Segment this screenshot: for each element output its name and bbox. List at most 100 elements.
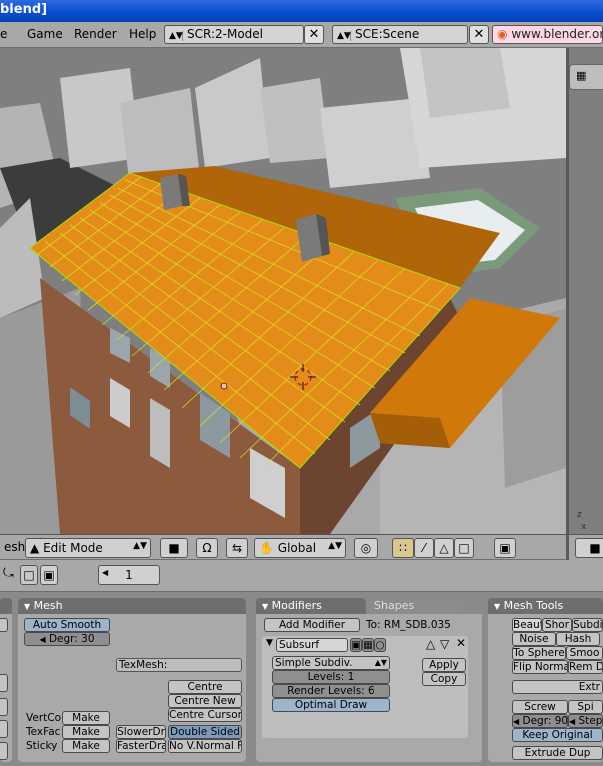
image-buttons-icon[interactable]: ▣ bbox=[40, 565, 58, 585]
orientation-selector[interactable]: ✋ Global ▲▼ bbox=[254, 538, 346, 558]
collapse-triangle-icon: ▼ bbox=[24, 602, 31, 611]
centre-new-button[interactable]: Centre New bbox=[168, 694, 242, 708]
subdivide-button[interactable]: Subdiv bbox=[572, 618, 603, 632]
draw-type-button[interactable]: ■ bbox=[160, 538, 188, 558]
menu-file[interactable]: e bbox=[0, 27, 7, 41]
to-sphere-button[interactable]: To Sphere bbox=[512, 646, 566, 660]
occlude-button[interactable]: □ bbox=[454, 538, 474, 558]
screw-button[interactable]: Screw bbox=[512, 700, 568, 714]
texmesh-field[interactable]: TexMesh: bbox=[116, 658, 242, 672]
scene-name: SCE:Scene bbox=[355, 27, 420, 41]
double-sided-button[interactable]: Double Sided bbox=[168, 725, 242, 739]
side-viewport-header[interactable]: ▦ bbox=[569, 64, 603, 90]
close-icon[interactable]: ✕ bbox=[456, 636, 466, 650]
vertex-select-button[interactable]: ∷ bbox=[392, 538, 414, 558]
link-btn-3[interactable] bbox=[0, 698, 8, 716]
target-icon: ◎ bbox=[360, 541, 372, 555]
collapse-triangle-icon[interactable]: ▼ bbox=[266, 638, 273, 648]
grid-icon: ▦ bbox=[576, 69, 587, 82]
add-modifier-button[interactable]: Add Modifier bbox=[264, 618, 360, 632]
tab-modifiers[interactable]: ▼ Modifiers bbox=[256, 598, 366, 614]
mesh-menu[interactable]: esh bbox=[0, 538, 25, 558]
3d-viewport[interactable] bbox=[0, 48, 566, 534]
centre-button[interactable]: Centre bbox=[168, 680, 242, 694]
menu-game[interactable]: Game bbox=[27, 27, 63, 41]
degr-field[interactable]: ◀ Degr: 30 bbox=[24, 632, 110, 646]
side-viewport[interactable]: ▦ z x bbox=[566, 48, 603, 534]
move-up-icon[interactable]: △ bbox=[426, 637, 435, 651]
texfac-label: TexFac bbox=[26, 726, 61, 738]
left-arrow-icon: ◀ bbox=[39, 635, 46, 644]
menu-bar: e Game Render Help ▲▼ SCR:2-Model ✕ ▲▼ SCE… bbox=[0, 22, 603, 48]
link-btn-4[interactable] bbox=[0, 720, 8, 738]
editmode-toggle-icon[interactable]: ○ bbox=[374, 638, 386, 652]
buttons-header: ⤿ □ ▣ ◀ 1 bbox=[0, 560, 603, 592]
flip-normal-button[interactable]: Flip Normal bbox=[512, 660, 568, 674]
menu-help[interactable]: Help bbox=[129, 27, 156, 41]
mode-selector[interactable]: ▲ Edit Mode ▲▼ bbox=[25, 538, 151, 558]
updown-arrows-icon: ▲▼ bbox=[169, 31, 183, 41]
sticky-make-button[interactable]: Make bbox=[62, 739, 110, 753]
face-select-button[interactable]: △ bbox=[434, 538, 454, 558]
vertco-make-button[interactable]: Make bbox=[62, 711, 110, 725]
copy-button[interactable]: Copy bbox=[422, 672, 466, 686]
pin-icon[interactable]: ⤿ bbox=[3, 566, 14, 581]
realtime-toggle-icon[interactable]: ▦ bbox=[362, 638, 374, 652]
frame-field[interactable]: ◀ 1 bbox=[98, 565, 160, 585]
manipulator-button[interactable]: ⇆ bbox=[226, 538, 248, 558]
collapse-triangle-icon: ▼ bbox=[494, 602, 501, 611]
link-btn-1[interactable] bbox=[0, 618, 8, 632]
delete-screen-button[interactable]: ✕ bbox=[304, 25, 324, 44]
tab-shapes[interactable]: Shapes bbox=[368, 598, 462, 614]
spin-button[interactable]: Spi bbox=[568, 700, 603, 714]
link-btn-5[interactable] bbox=[0, 742, 8, 760]
scene-selector[interactable]: ▲▼ SCE:Scene bbox=[332, 25, 468, 44]
layer-button[interactable]: ◎ bbox=[354, 538, 378, 558]
keep-original-toggle[interactable]: Keep Original bbox=[512, 728, 603, 742]
link-btn-2[interactable] bbox=[0, 674, 8, 692]
sticky-label: Sticky bbox=[26, 740, 58, 752]
side-view-menu[interactable]: ■ bbox=[575, 538, 603, 558]
mesh-tools-panel-title[interactable]: ▼ Mesh Tools bbox=[488, 598, 603, 614]
noise-button[interactable]: Noise bbox=[512, 632, 556, 646]
centre-cursor-button[interactable]: Centre Cursor bbox=[168, 708, 242, 722]
slower-draw-button[interactable]: SlowerDr bbox=[116, 725, 166, 739]
blender-url-link[interactable]: ◉ www.blender.org bbox=[492, 25, 603, 44]
beauty-toggle[interactable]: Beaut bbox=[512, 618, 542, 632]
collapse-triangle-icon: ▼ bbox=[262, 602, 269, 611]
smooth-button[interactable]: Smoo bbox=[566, 646, 603, 660]
tools-degr-field[interactable]: ◀ Degr: 90 bbox=[512, 714, 568, 728]
side-view-header: ■ bbox=[566, 534, 603, 560]
link-panel-title[interactable] bbox=[0, 598, 12, 614]
vertco-label: VertCo bbox=[26, 712, 62, 724]
rem-doubles-button[interactable]: Rem D bbox=[568, 660, 603, 674]
apply-button[interactable]: Apply bbox=[422, 658, 466, 672]
texfac-make-button[interactable]: Make bbox=[62, 725, 110, 739]
view-buttons-icon[interactable]: □ bbox=[20, 565, 38, 585]
hash-button[interactable]: Hash bbox=[556, 632, 600, 646]
auto-smooth-button[interactable]: Auto Smooth bbox=[24, 618, 110, 632]
extrude-button[interactable]: Extr bbox=[512, 680, 603, 694]
render-view-button[interactable]: ▣ bbox=[494, 538, 516, 558]
mesh-panel-title[interactable]: ▼ Mesh bbox=[18, 598, 246, 614]
screen-selector[interactable]: ▲▼ SCR:2-Model bbox=[164, 25, 304, 44]
subdiv-type-selector[interactable]: Simple Subdiv. ▲▼ bbox=[272, 656, 390, 670]
extrude-dup-button[interactable]: Extrude Dup bbox=[512, 746, 603, 760]
move-down-icon[interactable]: ▽ bbox=[440, 637, 449, 651]
render-toggle-icon[interactable]: ▣ bbox=[350, 638, 362, 652]
delete-scene-button[interactable]: ✕ bbox=[469, 25, 489, 44]
edge-select-button[interactable]: ⁄ bbox=[414, 538, 434, 558]
short-toggle[interactable]: Shor bbox=[542, 618, 572, 632]
modifier-name-field[interactable]: Subsurf bbox=[276, 638, 348, 652]
levels-field[interactable]: Levels: 1 bbox=[272, 670, 390, 684]
render-levels-field[interactable]: Render Levels: 6 bbox=[272, 684, 390, 698]
pivot-button[interactable]: Ω bbox=[196, 538, 218, 558]
menu-render[interactable]: Render bbox=[74, 27, 117, 41]
modifiers-panel: Add Modifier To: RM_SDB.035 ▼ Subsurf ▣ … bbox=[256, 614, 482, 762]
tools-degr-value: Degr: 90 bbox=[522, 715, 568, 727]
optimal-draw-button[interactable]: Optimal Draw bbox=[272, 698, 390, 712]
faster-draw-button[interactable]: FasterDra bbox=[116, 739, 166, 753]
no-vnormal-flip-button[interactable]: No V.Normal F bbox=[168, 739, 242, 753]
steps-field[interactable]: ◀ Steps bbox=[568, 714, 603, 728]
mesh-panel-label: Mesh bbox=[33, 599, 63, 612]
